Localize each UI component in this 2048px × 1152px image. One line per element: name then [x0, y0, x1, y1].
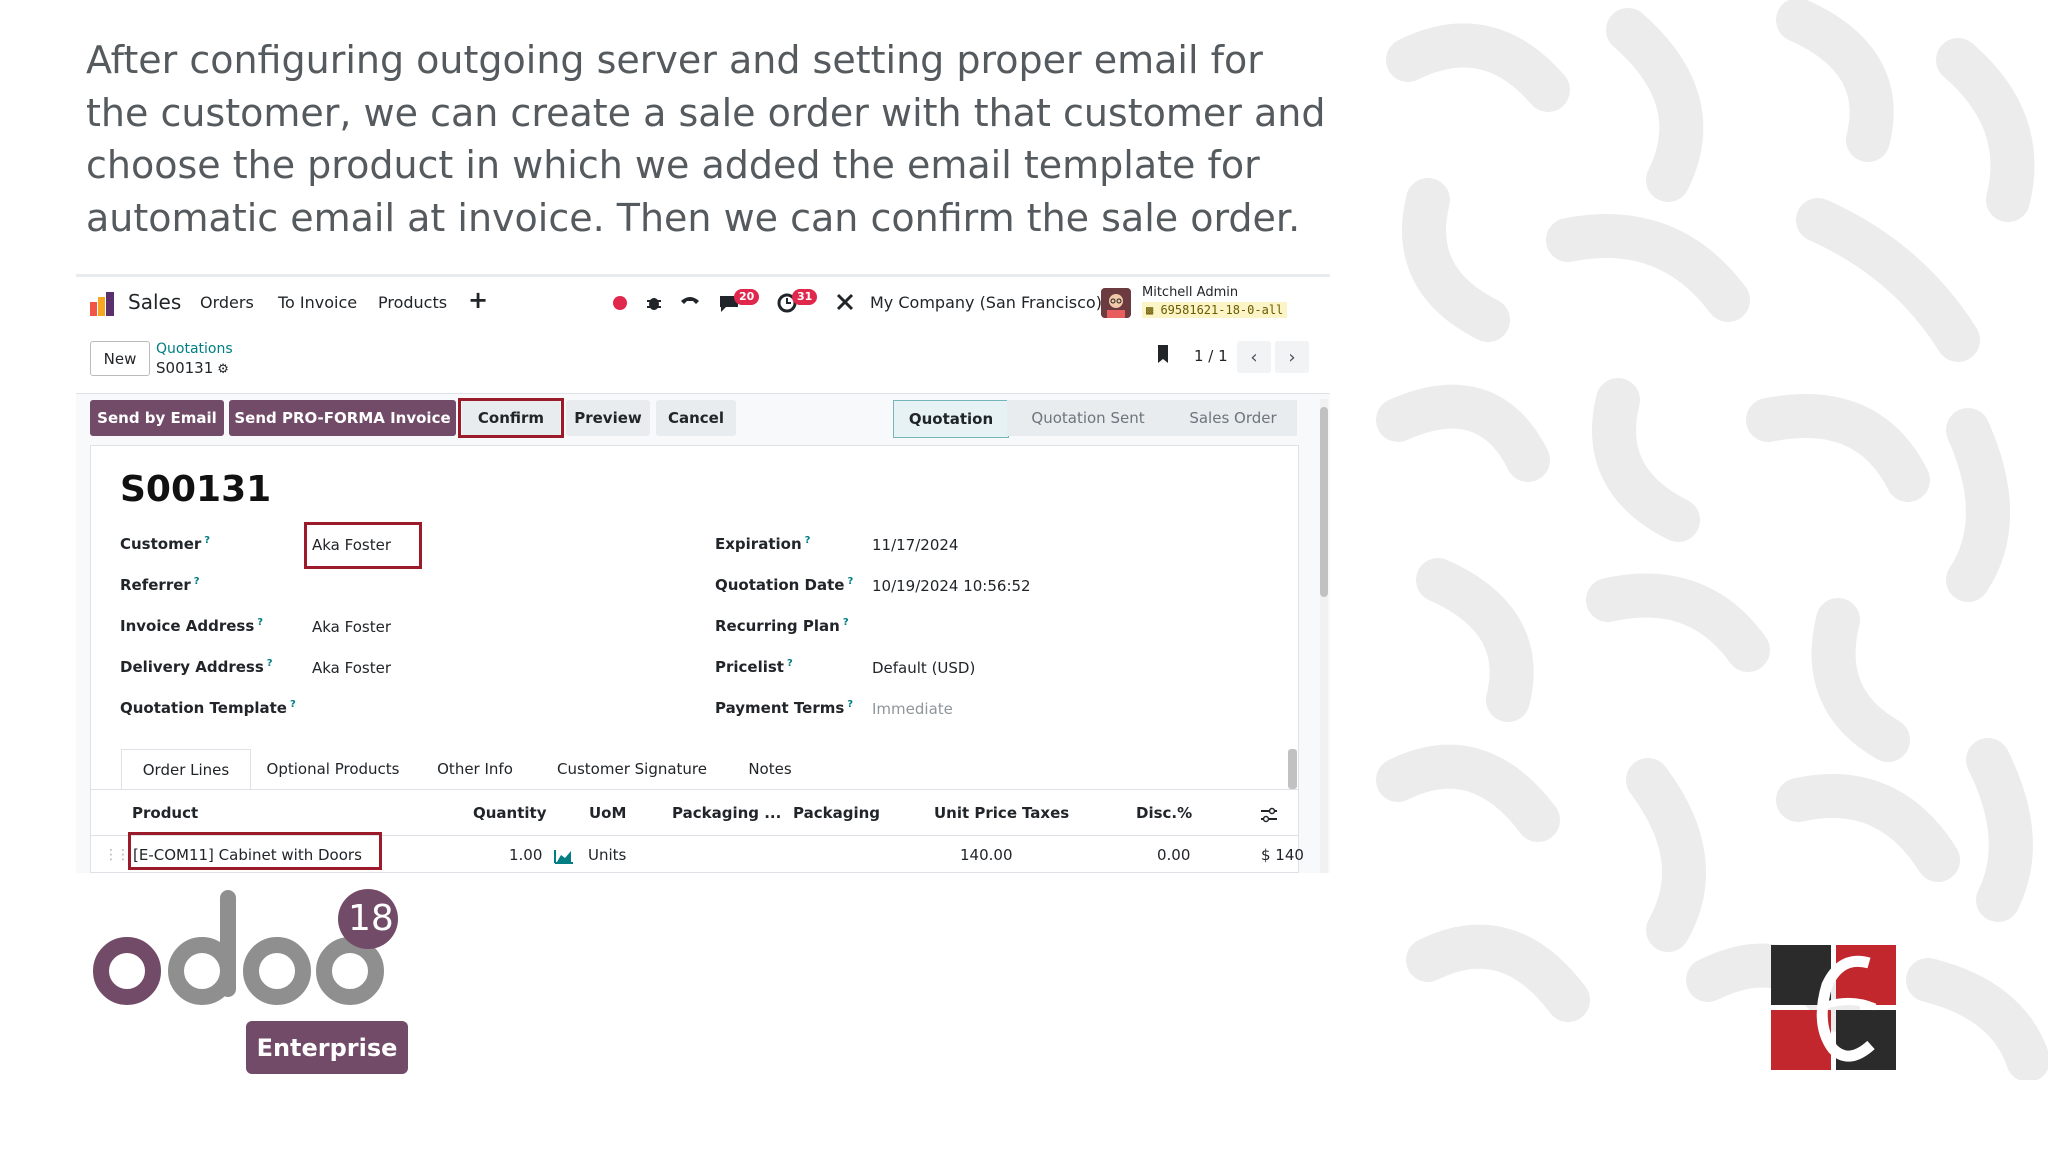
col-unit-price[interactable]: Unit Price — [934, 804, 1017, 822]
company-logo — [1771, 945, 1896, 1070]
breadcrumb-quotations[interactable]: Quotations — [156, 341, 233, 357]
quotation-template-label: Quotation Template? — [120, 699, 296, 717]
pager-previous-button[interactable]: ‹ — [1237, 341, 1271, 373]
status-sales-order[interactable]: Sales Order — [1169, 400, 1297, 436]
menu-products[interactable]: Products — [378, 293, 447, 312]
app-name[interactable]: Sales — [128, 290, 181, 314]
breadcrumb-current: S00131 ⚙ — [156, 359, 229, 377]
form-scrollbar-thumb[interactable] — [1320, 407, 1328, 597]
send-proforma-button[interactable]: Send PRO-FORMA Invoice — [229, 400, 456, 436]
col-discount[interactable]: Disc.% — [1136, 804, 1192, 822]
col-uom[interactable]: UoM — [589, 804, 626, 822]
user-name[interactable]: Mitchell Admin — [1142, 285, 1238, 300]
col-packaging[interactable]: Packaging — [793, 804, 880, 822]
pricelist-label: Pricelist? — [715, 658, 793, 676]
delivery-address-field[interactable]: Aka Foster — [312, 659, 391, 677]
odoo-screenshot: Sales Orders To Invoice Products + 20 31… — [76, 274, 1330, 873]
invoice-address-field[interactable]: Aka Foster — [312, 618, 391, 636]
drag-handle-icon[interactable]: ⋮⋮ — [104, 847, 130, 863]
pager-next-button[interactable]: › — [1275, 341, 1309, 373]
column-settings-icon[interactable] — [1260, 807, 1278, 823]
line-uom[interactable]: Units — [588, 846, 626, 864]
slide-caption: After configuring outgoing server and se… — [86, 38, 1326, 240]
invoice-address-label: Invoice Address? — [120, 617, 264, 635]
record-icon[interactable] — [612, 295, 628, 311]
pager-value[interactable]: 1 / 1 — [1194, 347, 1228, 365]
quotation-date-label: Quotation Date? — [715, 576, 854, 594]
tab-customer-signature[interactable]: Customer Signature — [537, 749, 727, 789]
enterprise-badge: Enterprise — [246, 1021, 408, 1074]
line-unit-price[interactable]: 140.00 — [960, 846, 1013, 864]
col-quantity[interactable]: Quantity — [473, 804, 547, 822]
database-name: ▩ 69581621-18-0-all — [1142, 302, 1288, 318]
customer-label: Customer? — [120, 535, 211, 553]
activity-badge: 31 — [792, 289, 818, 305]
record-title: S00131 — [120, 469, 272, 510]
highlight-customer — [304, 522, 422, 569]
referrer-label: Referrer? — [120, 576, 200, 594]
inner-scrollbar[interactable] — [1288, 749, 1297, 789]
new-button[interactable]: New — [90, 341, 150, 376]
highlight-confirm — [458, 398, 564, 438]
status-quotation-sent[interactable]: Quotation Sent — [1007, 400, 1169, 436]
tab-optional-products[interactable]: Optional Products — [253, 749, 413, 789]
cancel-button[interactable]: Cancel — [656, 400, 736, 436]
menu-to-invoice[interactable]: To Invoice — [278, 293, 357, 312]
delivery-address-label: Delivery Address? — [120, 658, 273, 676]
odoo-version-badge: 18 — [348, 898, 394, 939]
record-name: S00131 — [156, 359, 214, 377]
payment-terms-field[interactable]: Immediate — [872, 700, 953, 718]
bookmark-icon[interactable] — [1154, 343, 1172, 365]
decorative-pattern — [1376, 0, 2048, 1080]
highlight-product — [128, 832, 382, 870]
company-switcher[interactable]: My Company (San Francisco) — [870, 293, 1102, 312]
tab-notes[interactable]: Notes — [727, 749, 813, 789]
menu-orders[interactable]: Orders — [200, 293, 254, 312]
line-discount[interactable]: 0.00 — [1157, 846, 1190, 864]
tab-divider — [90, 789, 1299, 790]
user-avatar[interactable] — [1101, 288, 1131, 318]
status-quotation[interactable]: Quotation — [893, 400, 1009, 438]
line-quantity[interactable]: 1.00 — [509, 846, 542, 864]
pricelist-field[interactable]: Default (USD) — [872, 659, 975, 677]
col-product[interactable]: Product — [132, 804, 198, 822]
chevron-right-icon: › — [1288, 346, 1296, 368]
sales-app-icon[interactable] — [90, 292, 116, 316]
quotation-date-field[interactable]: 10/19/2024 10:56:52 — [872, 577, 1031, 595]
tab-order-lines[interactable]: Order Lines — [121, 749, 251, 790]
col-taxes[interactable]: Taxes — [1022, 804, 1069, 822]
forecast-chart-icon[interactable] — [554, 848, 574, 864]
tab-other-info[interactable]: Other Info — [413, 749, 537, 789]
chevron-left-icon: ‹ — [1250, 346, 1258, 368]
phone-icon[interactable] — [679, 293, 701, 311]
bug-icon[interactable] — [645, 293, 663, 311]
col-packaging-qty[interactable]: Packaging ... — [672, 804, 781, 822]
line-subtotal: $ 140 — [1261, 846, 1304, 864]
expiration-field[interactable]: 11/17/2024 — [872, 536, 958, 554]
plus-icon[interactable]: + — [468, 286, 488, 314]
recurring-plan-label: Recurring Plan? — [715, 617, 849, 635]
payment-terms-label: Payment Terms? — [715, 699, 854, 717]
expiration-label: Expiration? — [715, 535, 811, 553]
preview-button[interactable]: Preview — [566, 400, 650, 436]
send-by-email-button[interactable]: Send by Email — [90, 400, 224, 436]
chat-badge: 20 — [734, 289, 760, 305]
top-navbar: Sales Orders To Invoice Products + 20 31… — [76, 277, 1330, 327]
gear-icon[interactable]: ⚙ — [217, 362, 229, 377]
tools-icon[interactable] — [836, 293, 854, 311]
